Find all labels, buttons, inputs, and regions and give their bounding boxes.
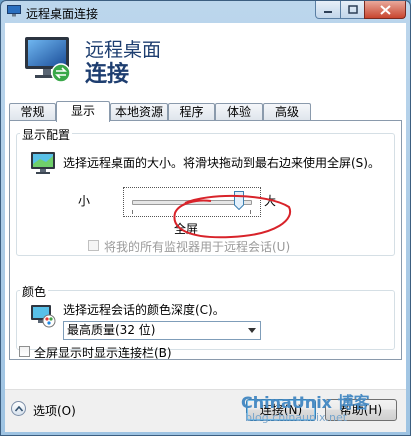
tab-strip: 常规 显示 本地资源 程序 体验 高级 (5, 101, 406, 122)
options-toggle[interactable]: 选项(O) (11, 398, 79, 420)
display-size-description: 选择远程桌面的大小。将滑块拖动到最右边来使用全屏(S)。 (63, 156, 380, 170)
maximize-button[interactable] (340, 1, 365, 19)
color-palette-icon (31, 305, 56, 328)
fullscreen-connection-bar-checkbox[interactable] (19, 346, 30, 357)
slider-large-label: 大 (264, 194, 277, 208)
chevron-down-icon[interactable] (243, 322, 260, 339)
header-banner: 远程桌面 连接 (5, 23, 406, 101)
slider-small-label: 小 (78, 194, 91, 208)
watermark: ChinaUnix 博客 blog.chinaunix.net (241, 389, 410, 429)
close-icon (379, 4, 391, 15)
color-depth-select[interactable]: 最高质量(32 位) (63, 321, 261, 340)
rdp-window: 远程桌面连接 远程桌面 连接 常规 显示 本地资源 程序 体验 高级 显示配置 … (0, 0, 411, 436)
maximize-icon (347, 5, 358, 14)
tab-display[interactable]: 显示 (56, 101, 110, 122)
tab-general[interactable]: 常规 (9, 103, 56, 120)
color-depth-value: 最高质量(32 位) (67, 323, 156, 337)
dialog-content: 远程桌面 连接 常规 显示 本地资源 程序 体验 高级 显示配置 选择远程桌面的… (5, 23, 406, 432)
minimize-icon (324, 10, 332, 13)
watermark-url: blog.chinaunix.net (245, 411, 348, 424)
display-tab-panel: 显示配置 选择远程桌面的大小。将滑块拖动到最右边来使用全屏(S)。 小 大 全屏… (9, 120, 402, 360)
multi-monitor-checkbox[interactable] (88, 240, 99, 251)
window-title: 远程桌面连接 (26, 7, 99, 21)
color-group-title: 颜色 (20, 283, 49, 300)
title-bar[interactable]: 远程桌面连接 (1, 1, 410, 23)
display-config-title: 显示配置 (20, 126, 73, 143)
tab-experience[interactable]: 体验 (215, 103, 263, 120)
multi-monitor-label: 将我的所有监视器用于远程会话(U) (104, 240, 291, 254)
slider-thumb[interactable] (234, 191, 244, 210)
remote-desktop-icon (7, 5, 21, 17)
chevron-up-icon[interactable] (11, 401, 26, 416)
watermark-brand: ChinaUnix 博客 (241, 393, 370, 412)
slider-tick (250, 210, 251, 214)
color-depth-description: 选择远程会话的颜色深度(C)。 (63, 303, 225, 317)
fullscreen-connection-bar-label: 全屏显示时显示连接栏(B) (34, 346, 172, 360)
minimize-button[interactable] (315, 1, 341, 19)
slider-tick (132, 210, 133, 214)
close-button[interactable] (364, 1, 406, 19)
options-label: 选项(O) (33, 404, 76, 418)
display-config-group: 显示配置 选择远程桌面的大小。将滑块拖动到最右边来使用全屏(S)。 小 大 全屏… (16, 126, 395, 256)
slider-value-text: 全屏 (174, 222, 199, 236)
tab-programs[interactable]: 程序 (168, 103, 215, 120)
display-size-slider[interactable] (123, 187, 261, 217)
tab-advanced[interactable]: 高级 (263, 103, 311, 120)
color-depth-group: 颜色 选择远程会话的颜色深度(C)。 最高质量(32 位) (16, 283, 395, 350)
remote-desktop-logo-icon (25, 37, 71, 83)
header-title-line2: 连接 (85, 62, 130, 87)
tab-local-resources[interactable]: 本地资源 (110, 103, 168, 120)
monitor-icon (31, 152, 55, 174)
